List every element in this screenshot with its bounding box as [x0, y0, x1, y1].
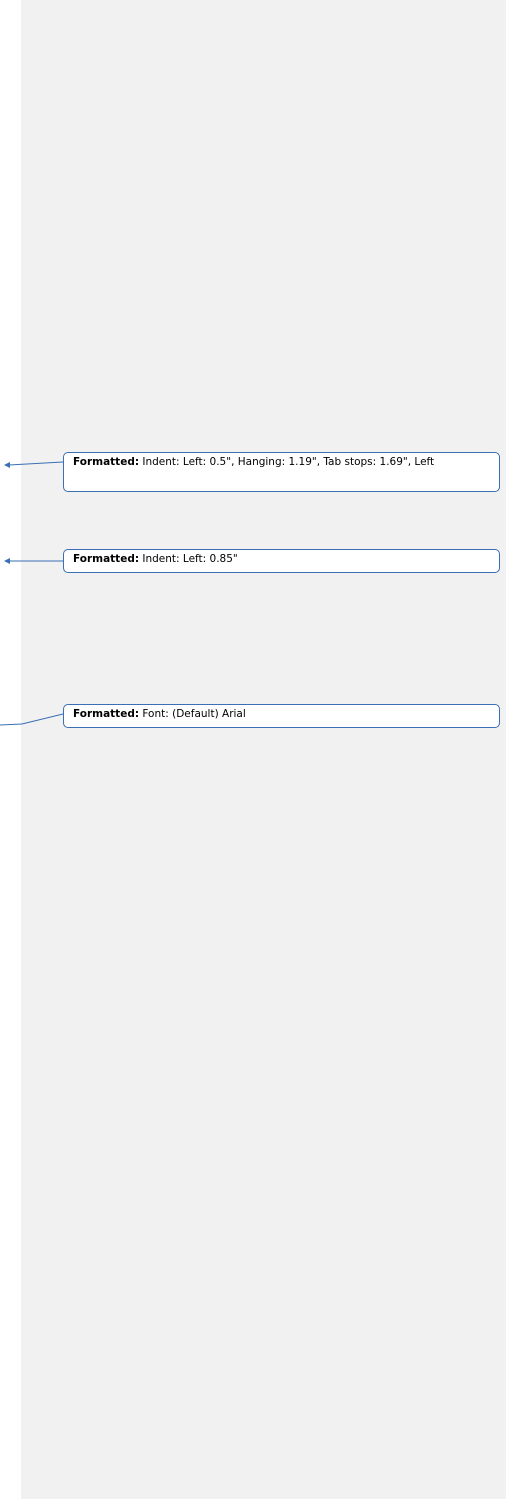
balloon-label: Formatted: — [73, 708, 140, 720]
connector-line-3b — [0, 723, 23, 726]
balloon-text: Indent: Left: 0.5", Hanging: 1.19", Tab … — [139, 456, 435, 468]
revision-connectors — [0, 461, 64, 726]
connector-line-1 — [8, 461, 64, 466]
revision-balloon[interactable]: Formatted: Indent: Left: 0.85" — [63, 549, 500, 573]
balloon-text: Font: (Default) Arial — [139, 708, 246, 720]
balloon-label: Formatted: — [73, 456, 140, 468]
balloon-text: Indent: Left: 0.85" — [139, 553, 238, 565]
revision-balloon[interactable]: Formatted: Font: (Default) Arial — [63, 704, 500, 728]
revision-balloon[interactable]: Formatted: Indent: Left: 0.5", Hanging: … — [63, 452, 500, 492]
balloon-label: Formatted: — [73, 553, 140, 565]
connector-arrow-1 — [4, 462, 10, 468]
connector-arrow-2 — [4, 558, 10, 564]
connector-line-3 — [21, 713, 64, 725]
document-page: Formatted: Indent: Left: 0.5", Hanging: … — [0, 0, 506, 1499]
